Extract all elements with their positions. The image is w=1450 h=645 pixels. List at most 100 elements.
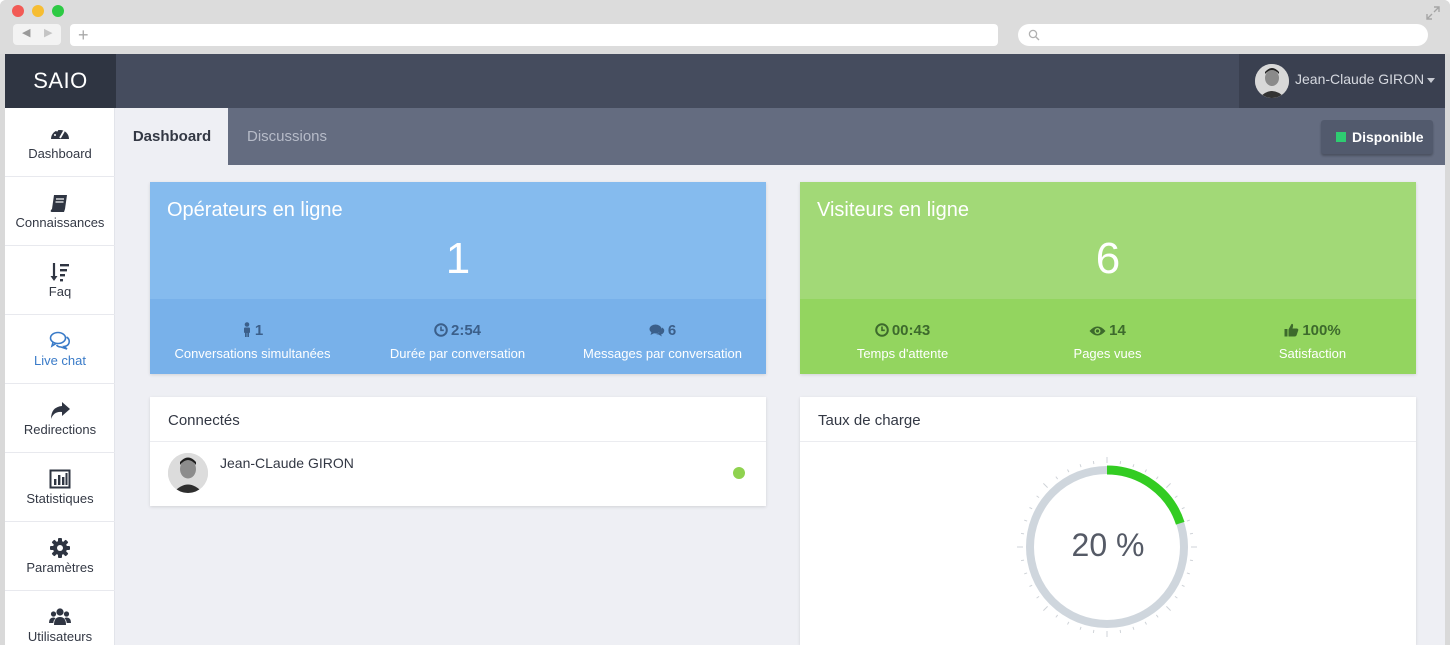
- metric-value: 00:43: [891, 322, 931, 339]
- gauge-tick: [1132, 464, 1135, 468]
- connected-user-name[interactable]: Jean-CLaude GIRON: [220, 455, 354, 471]
- load-rate-value: 20 %: [1071, 527, 1145, 563]
- metric-value: 14: [1109, 322, 1126, 339]
- metric-value: 6: [667, 322, 677, 339]
- gauge-tick: [1036, 595, 1040, 599]
- metric-label: Satisfaction: [1278, 346, 1347, 361]
- sidebar: Dashboard Connaissances Faq Live chat Re…: [5, 108, 115, 645]
- metric-messages-per-conversation: 6 Messages par conversation: [560, 299, 765, 374]
- minimize-window-button[interactable]: [32, 5, 44, 17]
- gauge-tick: [1067, 621, 1070, 625]
- gauge-tick: [1067, 469, 1070, 473]
- thumbs-up-icon: [1284, 323, 1299, 337]
- sidebar-item-label: Statistiques: [26, 491, 94, 506]
- visitors-metrics: 00:43 Temps d'attente 14 Pages vues 100%…: [800, 299, 1416, 374]
- divider: [800, 441, 1416, 442]
- top-bar: SAIO Jean-Claude GIRON: [5, 54, 1445, 108]
- history-nav: ◀ ▶: [13, 24, 61, 45]
- metric-pages-viewed: 14 Pages vues: [1005, 299, 1210, 374]
- brand-logo[interactable]: SAIO: [5, 54, 116, 108]
- gauge-tick: [1155, 476, 1159, 480]
- connected-title: Connectés: [168, 412, 240, 429]
- metric-simultaneous-conversations: 1 Conversations simultanées: [150, 299, 355, 374]
- gauge-tick: [1174, 595, 1178, 599]
- comments-icon: [649, 324, 665, 337]
- visitors-count: 6: [1095, 234, 1121, 283]
- tab-discussions[interactable]: Discussions: [247, 108, 327, 165]
- metric-value: 1: [254, 322, 264, 339]
- sidebar-item-label: Faq: [48, 284, 72, 299]
- connected-panel: Connectés Jean-CLaude GIRON: [150, 397, 766, 506]
- sidebar-item-connaissances[interactable]: Connaissances: [5, 177, 115, 246]
- gauge-tick: [1079, 626, 1082, 630]
- zoom-window-button[interactable]: [52, 5, 64, 17]
- browser-search-input[interactable]: [1018, 24, 1428, 46]
- chevron-down-icon: [1427, 78, 1435, 83]
- gauge-tick: [1181, 584, 1185, 587]
- sidebar-item-dashboard[interactable]: Dashboard: [5, 108, 115, 177]
- sidebar-item-label: Redirections: [23, 422, 97, 437]
- dashboard-icon: [51, 128, 69, 139]
- chat-icon: [49, 331, 71, 350]
- load-rate-panel: Taux de charge 20 %: [800, 397, 1416, 645]
- sidebar-item-label: Dashboard: [28, 146, 92, 161]
- gauge-tick: [1181, 507, 1185, 510]
- tab-bar: Dashboard Discussions Disponible: [116, 108, 1445, 165]
- clock-icon: [875, 323, 889, 337]
- tab-dashboard[interactable]: Dashboard: [116, 108, 228, 165]
- gauge-tick: [1166, 606, 1171, 611]
- fullscreen-icon[interactable]: [1426, 6, 1440, 20]
- online-status-dot: [733, 467, 745, 479]
- bar-chart-icon: [49, 469, 71, 489]
- metric-satisfaction: 100% Satisfaction: [1210, 299, 1415, 374]
- metric-label: Durée par conversation: [389, 346, 526, 361]
- sidebar-item-redirections[interactable]: Redirections: [5, 384, 115, 453]
- status-indicator: [1336, 132, 1346, 142]
- gauge-tick: [1155, 614, 1159, 618]
- close-window-button[interactable]: [12, 5, 24, 17]
- back-button[interactable]: ◀: [22, 26, 30, 39]
- sidebar-item-statistiques[interactable]: Statistiques: [5, 453, 115, 522]
- metric-waiting-time: 00:43 Temps d'attente: [800, 299, 1005, 374]
- gauge-tick: [1144, 621, 1147, 625]
- gauge-tick: [1079, 464, 1082, 468]
- gauge-tick: [1029, 507, 1033, 510]
- avatar: [168, 453, 208, 493]
- availability-button[interactable]: Disponible: [1321, 120, 1433, 154]
- gauge-tick: [1024, 572, 1028, 575]
- gauge-tick: [1166, 483, 1171, 488]
- new-tab-button[interactable]: +: [78, 24, 89, 46]
- users-icon: [49, 608, 71, 625]
- app-root: SAIO Jean-Claude GIRON Dashboard Connais…: [5, 54, 1445, 645]
- avatar: [1255, 64, 1289, 98]
- sidebar-item-live-chat[interactable]: Live chat: [5, 315, 115, 384]
- sidebar-item-utilisateurs[interactable]: Utilisateurs: [5, 591, 115, 645]
- sidebar-item-label: Connaissances: [15, 215, 105, 230]
- availability-label: Disponible: [1352, 129, 1424, 145]
- metric-label: Pages vues: [1073, 346, 1142, 361]
- sidebar-item-label: Live chat: [33, 353, 87, 368]
- share-icon: [51, 402, 70, 419]
- divider: [150, 441, 766, 442]
- metric-label: Temps d'attente: [856, 346, 949, 361]
- address-bar[interactable]: +: [70, 24, 998, 46]
- sidebar-item-label: Utilisateurs: [27, 629, 93, 644]
- sidebar-item-parametres[interactable]: Paramètres: [5, 522, 115, 591]
- book-icon: [50, 195, 67, 212]
- operators-card: Opérateurs en ligne 1 1 Conversations si…: [150, 182, 766, 374]
- sort-icon: [50, 263, 69, 282]
- operators-count: 1: [445, 234, 471, 283]
- gauge-tick: [1055, 476, 1059, 480]
- gauge-tick: [1174, 495, 1178, 499]
- user-menu[interactable]: Jean-Claude GIRON: [1239, 54, 1445, 108]
- forward-button[interactable]: ▶: [44, 26, 52, 39]
- gauge-tick: [1144, 469, 1147, 473]
- operators-title: Opérateurs en ligne: [167, 199, 343, 221]
- sidebar-item-faq[interactable]: Faq: [5, 246, 115, 315]
- user-name: Jean-Claude GIRON: [1295, 71, 1425, 87]
- metric-value: 100%: [1302, 322, 1341, 339]
- gauge-tick: [1132, 626, 1135, 630]
- clock-icon: [434, 323, 448, 337]
- gear-icon: [50, 538, 70, 558]
- gauge-tick: [1043, 606, 1048, 611]
